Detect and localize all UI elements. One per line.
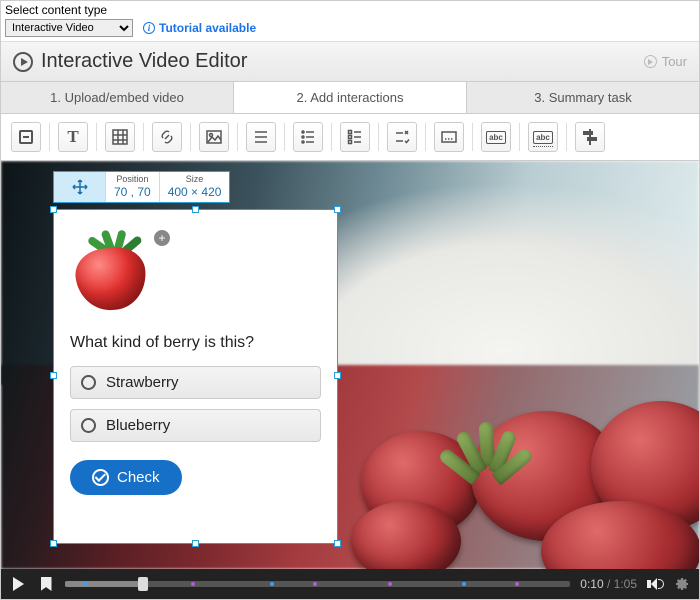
question-image: + — [70, 224, 160, 314]
bookmark-button[interactable] — [37, 575, 55, 593]
tool-multi-choice[interactable] — [340, 122, 370, 152]
time-display: 0:10 / 1:05 — [580, 577, 637, 591]
option-label: Strawberry — [106, 374, 179, 391]
tutorial-label: Tutorial available — [159, 21, 256, 35]
tool-drag-text[interactable]: abc — [481, 122, 511, 152]
resize-handle-tr[interactable] — [334, 206, 341, 213]
seek-track[interactable] — [65, 577, 570, 591]
seek-thumb[interactable] — [138, 577, 148, 591]
position-readout: Position 70 , 70 — [106, 172, 160, 202]
content-type-label: Select content type — [1, 1, 699, 19]
question-text: What kind of berry is this? — [70, 334, 321, 352]
tutorial-link[interactable]: i Tutorial available — [143, 21, 256, 35]
resize-handle-t[interactable] — [192, 206, 199, 213]
tool-mark-words[interactable]: abc — [528, 122, 558, 152]
tab-summary[interactable]: 3. Summary task — [467, 82, 699, 113]
size-label: Size — [168, 175, 222, 185]
page-title: Interactive Video Editor — [13, 50, 247, 73]
tour-label: Tour — [662, 54, 687, 69]
selection-toolbar: Position 70 , 70 Size 400 × 420 — [53, 171, 230, 203]
editor-title-text: Interactive Video Editor — [41, 50, 247, 73]
add-image-button[interactable]: + — [154, 230, 170, 246]
resize-handle-tl[interactable] — [50, 206, 57, 213]
video-controls: 0:10 / 1:05 — [1, 569, 699, 599]
timeline-marker-purple[interactable] — [313, 582, 317, 586]
tool-text[interactable]: T — [58, 122, 88, 152]
resize-handle-br[interactable] — [334, 540, 341, 547]
check-label: Check — [117, 469, 160, 486]
tour-button[interactable]: Tour — [644, 54, 687, 69]
option-blueberry[interactable]: Blueberry — [70, 409, 321, 442]
resize-handle-b[interactable] — [192, 540, 199, 547]
timeline-marker-blue[interactable] — [462, 582, 466, 586]
tool-crossroads[interactable] — [575, 122, 605, 152]
info-icon: i — [143, 22, 155, 34]
check-icon — [92, 469, 109, 486]
timeline-marker-purple[interactable] — [515, 582, 519, 586]
position-label: Position — [114, 175, 151, 185]
interaction-toolbar: T abc abc — [1, 114, 699, 161]
play-button[interactable] — [9, 575, 27, 593]
option-strawberry[interactable]: Strawberry — [70, 366, 321, 399]
tool-image[interactable] — [199, 122, 229, 152]
time-total: 1:05 — [614, 577, 637, 591]
step-tabs: 1. Upload/embed video 2. Add interaction… — [1, 82, 699, 114]
timeline-marker-blue[interactable] — [270, 582, 274, 586]
tour-icon — [644, 55, 657, 68]
size-value: 400 × 420 — [168, 185, 222, 199]
move-handle[interactable] — [54, 172, 106, 202]
video-stage[interactable]: Position 70 , 70 Size 400 × 420 — [1, 161, 699, 569]
content-type-select[interactable]: Interactive Video — [5, 19, 133, 37]
resize-handle-l[interactable] — [50, 372, 57, 379]
tool-statements[interactable] — [246, 122, 276, 152]
tab-upload[interactable]: 1. Upload/embed video — [1, 82, 234, 113]
size-readout: Size 400 × 420 — [160, 172, 230, 202]
selection-overlay: Position 70 , 70 Size 400 × 420 — [53, 171, 338, 544]
settings-button[interactable] — [673, 575, 691, 593]
tool-label-box[interactable] — [11, 122, 41, 152]
time-current: 0:10 — [580, 577, 603, 591]
interaction-frame[interactable]: + What kind of berry is this? Strawberry… — [53, 209, 338, 544]
resize-handle-r[interactable] — [334, 372, 341, 379]
check-button[interactable]: Check — [70, 460, 182, 495]
radio-icon — [81, 418, 96, 433]
tool-single-choice[interactable] — [293, 122, 323, 152]
volume-button[interactable] — [647, 577, 663, 591]
tab-interactions[interactable]: 2. Add interactions — [234, 82, 467, 113]
tool-table[interactable] — [105, 122, 135, 152]
resize-handle-bl[interactable] — [50, 540, 57, 547]
position-value: 70 , 70 — [114, 185, 151, 199]
tool-true-false[interactable] — [387, 122, 417, 152]
option-label: Blueberry — [106, 417, 170, 434]
tool-fill-blanks[interactable] — [434, 122, 464, 152]
play-ring-icon — [13, 52, 33, 72]
tool-link[interactable] — [152, 122, 182, 152]
timeline-marker-blue[interactable] — [83, 582, 87, 586]
radio-icon — [81, 375, 96, 390]
